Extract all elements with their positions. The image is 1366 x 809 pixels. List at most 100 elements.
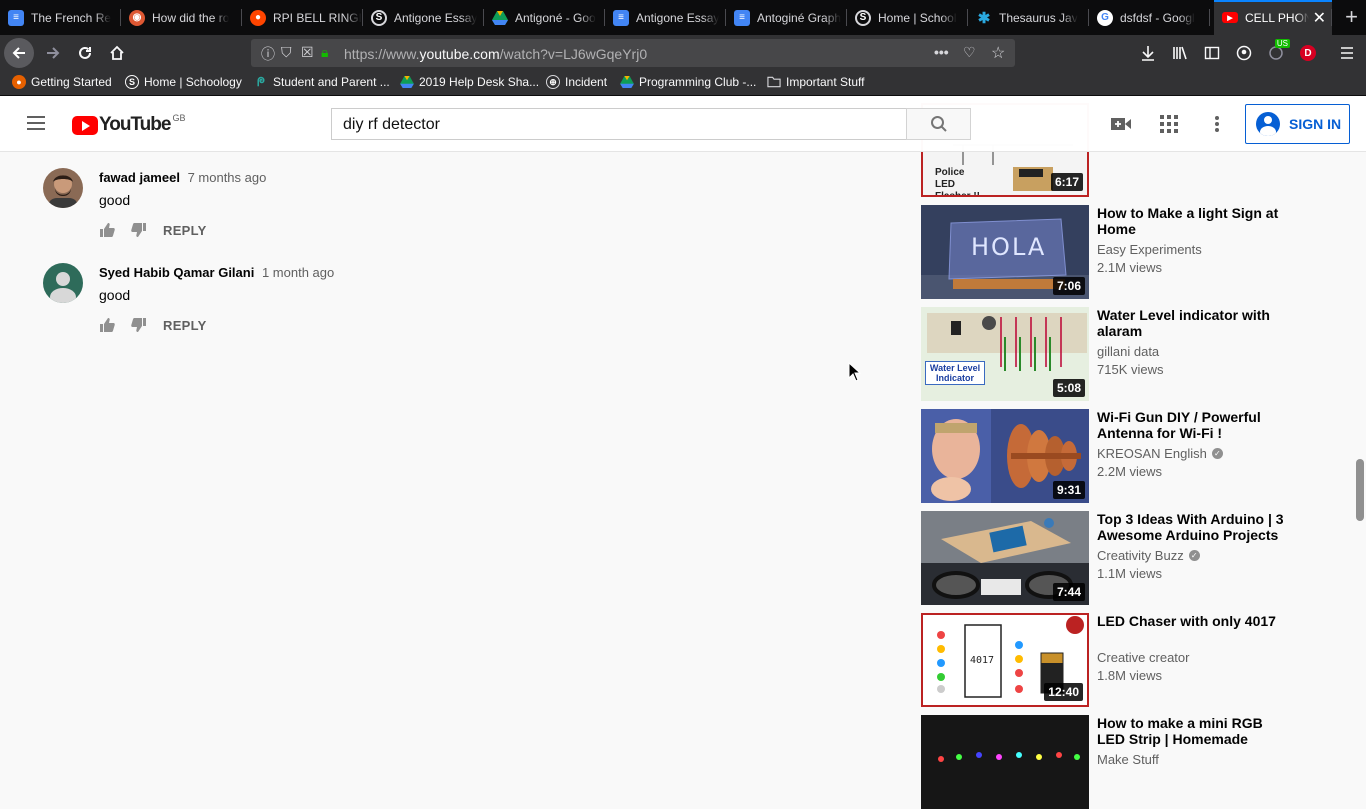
profile-avatar: D bbox=[1300, 45, 1316, 61]
related-video[interactable]: Water Level Indicator 5:08 Water Level i… bbox=[921, 307, 1321, 401]
video-thumbnail[interactable] bbox=[921, 715, 1089, 809]
youtube-icon: ▶ bbox=[1222, 12, 1238, 23]
comment-author[interactable]: fawad jameel 7 months ago bbox=[99, 170, 266, 185]
browser-tab[interactable]: ✱ Thesaurus Jav bbox=[968, 0, 1089, 35]
video-thumbnail[interactable]: 4017 12:40 bbox=[921, 613, 1089, 707]
channel-name[interactable]: Easy Experiments bbox=[1097, 242, 1202, 257]
bookmark-folder[interactable]: Important Stuff bbox=[767, 75, 865, 89]
home-button[interactable] bbox=[102, 38, 132, 68]
reply-button[interactable]: REPLY bbox=[163, 318, 207, 333]
shield-icon[interactable]: ⛉ bbox=[281, 44, 292, 61]
sign-in-button[interactable]: SIGN IN bbox=[1245, 104, 1350, 144]
puzzle-icon: ✱ bbox=[977, 9, 991, 27]
sidebar-button[interactable] bbox=[1197, 38, 1227, 68]
pocket-icon[interactable]: ♡ bbox=[963, 44, 976, 61]
search-icon bbox=[930, 116, 947, 132]
video-duration: 6:17 bbox=[1050, 173, 1083, 191]
channel-name[interactable]: Creativity Buzz ✓ bbox=[1097, 548, 1200, 563]
browser-tab[interactable]: ≡ Antigone Essay bbox=[605, 0, 726, 35]
url-text[interactable]: https://www.youtube.com/watch?v=LJ6wGqeY… bbox=[344, 46, 647, 62]
browser-tab[interactable]: Antigoné - Goo bbox=[484, 0, 605, 35]
video-title[interactable]: How to make a mini RGB LED Strip | Homem… bbox=[1097, 715, 1293, 747]
browser-tab-active[interactable]: ▶ CELL PHONE ✕ bbox=[1214, 0, 1332, 35]
browser-tab[interactable]: G dsfdsf - Googl bbox=[1089, 0, 1210, 35]
view-count: 1.1M views bbox=[1097, 566, 1163, 581]
star-icon[interactable]: ☆ bbox=[991, 43, 1005, 63]
account-button[interactable] bbox=[1229, 38, 1259, 68]
avatar[interactable] bbox=[43, 168, 83, 208]
comment-text: good bbox=[99, 287, 131, 303]
video-title[interactable]: Water Level indicator with alaram bbox=[1097, 307, 1293, 339]
create-video-button[interactable] bbox=[1109, 112, 1133, 136]
channel-name[interactable]: gillani data bbox=[1097, 344, 1159, 359]
related-video[interactable]: How to make a mini RGB LED Strip | Homem… bbox=[921, 715, 1321, 809]
bookmark-item[interactable]: S Home | Schoology bbox=[125, 75, 242, 89]
bookmark-item[interactable]: ᖘ Student and Parent ... bbox=[254, 75, 390, 90]
youtube-play-icon bbox=[72, 115, 98, 135]
extension-button[interactable]: US bbox=[1261, 38, 1291, 68]
channel-name[interactable]: Make Stuff bbox=[1097, 752, 1159, 767]
close-tab-icon[interactable]: ✕ bbox=[1313, 8, 1326, 28]
forward-button[interactable] bbox=[38, 38, 68, 68]
permissions-icon[interactable]: ☒ bbox=[301, 44, 314, 61]
thumbs-up-icon[interactable] bbox=[99, 317, 115, 333]
new-tab-button[interactable]: + bbox=[1345, 4, 1358, 30]
url-bar[interactable]: ⓘ ⛉ ☒ 🔒︎ https://www.youtube.com/watch?v… bbox=[251, 39, 1015, 67]
info-icon[interactable]: ⓘ bbox=[261, 44, 275, 64]
channel-name[interactable]: Creative creator bbox=[1097, 650, 1189, 665]
thumbs-down-icon[interactable] bbox=[131, 222, 147, 238]
reload-button[interactable] bbox=[70, 38, 100, 68]
video-title[interactable]: How to Make a light Sign at Home bbox=[1097, 205, 1293, 237]
related-video[interactable]: 4017 12:40 LED Chaser with only 4017 Cre… bbox=[921, 613, 1321, 707]
video-thumbnail[interactable]: HOLA 7:06 bbox=[921, 205, 1089, 299]
comment-thread: fawad jameel 7 months ago good REPLY bbox=[43, 168, 643, 258]
search-input[interactable]: diy rf detector bbox=[331, 108, 907, 140]
browser-tab[interactable]: ● RPI BELL RINGI bbox=[242, 0, 363, 35]
browser-tab[interactable]: S Antigone Essay bbox=[363, 0, 484, 35]
reply-button[interactable]: REPLY bbox=[163, 223, 207, 238]
bookmark-item[interactable]: ● Getting Started bbox=[12, 75, 112, 89]
sidebar-icon bbox=[1204, 46, 1220, 60]
video-title[interactable]: Wi-Fi Gun DIY / Powerful Antenna for Wi-… bbox=[1097, 409, 1293, 441]
comment-time[interactable]: 7 months ago bbox=[188, 170, 267, 185]
browser-tab[interactable]: ◉ How did the ro bbox=[121, 0, 242, 35]
profile-extension-button[interactable]: D bbox=[1293, 38, 1323, 68]
bookmark-item[interactable]: 2019 Help Desk Sha... bbox=[400, 75, 539, 89]
menu-button[interactable] bbox=[1332, 38, 1362, 68]
thumbs-up-icon[interactable] bbox=[99, 222, 115, 238]
search-button[interactable] bbox=[906, 108, 971, 140]
video-thumbnail[interactable]: 9:31 bbox=[921, 409, 1089, 503]
related-video[interactable]: 7:44 Top 3 Ideas With Arduino | 3 Awesom… bbox=[921, 511, 1321, 605]
comment-author[interactable]: Syed Habib Qamar Gilani 1 month ago bbox=[99, 265, 334, 280]
thumbs-down-icon[interactable] bbox=[131, 317, 147, 333]
downloads-button[interactable] bbox=[1133, 38, 1163, 68]
video-title[interactable]: Top 3 Ideas With Arduino | 3 Awesome Ard… bbox=[1097, 511, 1293, 543]
video-thumbnail[interactable]: 7:44 bbox=[921, 511, 1089, 605]
bookmark-item[interactable]: ⊕ Incident bbox=[546, 75, 607, 89]
guide-menu-button[interactable] bbox=[24, 112, 48, 136]
video-duration: 9:31 bbox=[1052, 481, 1085, 499]
browser-tab[interactable]: ≡ The French Re bbox=[0, 0, 121, 35]
browser-tab[interactable]: ≡ Antoginé Graph bbox=[726, 0, 847, 35]
youtube-logo[interactable]: YouTube GB bbox=[72, 113, 185, 136]
tab-title: Thesaurus Jav bbox=[999, 10, 1078, 25]
video-thumbnail[interactable]: Water Level Indicator 5:08 bbox=[921, 307, 1089, 401]
video-title[interactable]: LED Chaser with only 4017 bbox=[1097, 613, 1293, 629]
back-button[interactable] bbox=[4, 38, 34, 68]
author-name[interactable]: fawad jameel bbox=[99, 170, 180, 185]
folder-icon bbox=[767, 75, 781, 89]
more-actions-icon[interactable]: ••• bbox=[934, 44, 949, 60]
channel-name[interactable]: KREOSAN English ✓ bbox=[1097, 446, 1223, 461]
avatar[interactable] bbox=[43, 263, 83, 303]
author-name[interactable]: Syed Habib Qamar Gilani bbox=[99, 265, 254, 280]
browser-tab[interactable]: S Home | School bbox=[847, 0, 968, 35]
related-video[interactable]: 9:31 Wi-Fi Gun DIY / Powerful Antenna fo… bbox=[921, 409, 1321, 503]
video-duration: 7:06 bbox=[1052, 277, 1085, 295]
apps-button[interactable] bbox=[1157, 112, 1181, 136]
bookmark-item[interactable]: Programming Club -... bbox=[620, 75, 756, 89]
settings-more-button[interactable] bbox=[1205, 112, 1229, 136]
related-video[interactable]: HOLA 7:06 How to Make a light Sign at Ho… bbox=[921, 205, 1321, 299]
library-button[interactable] bbox=[1165, 38, 1195, 68]
page-scrollbar[interactable] bbox=[1356, 459, 1364, 521]
comment-time[interactable]: 1 month ago bbox=[262, 265, 334, 280]
